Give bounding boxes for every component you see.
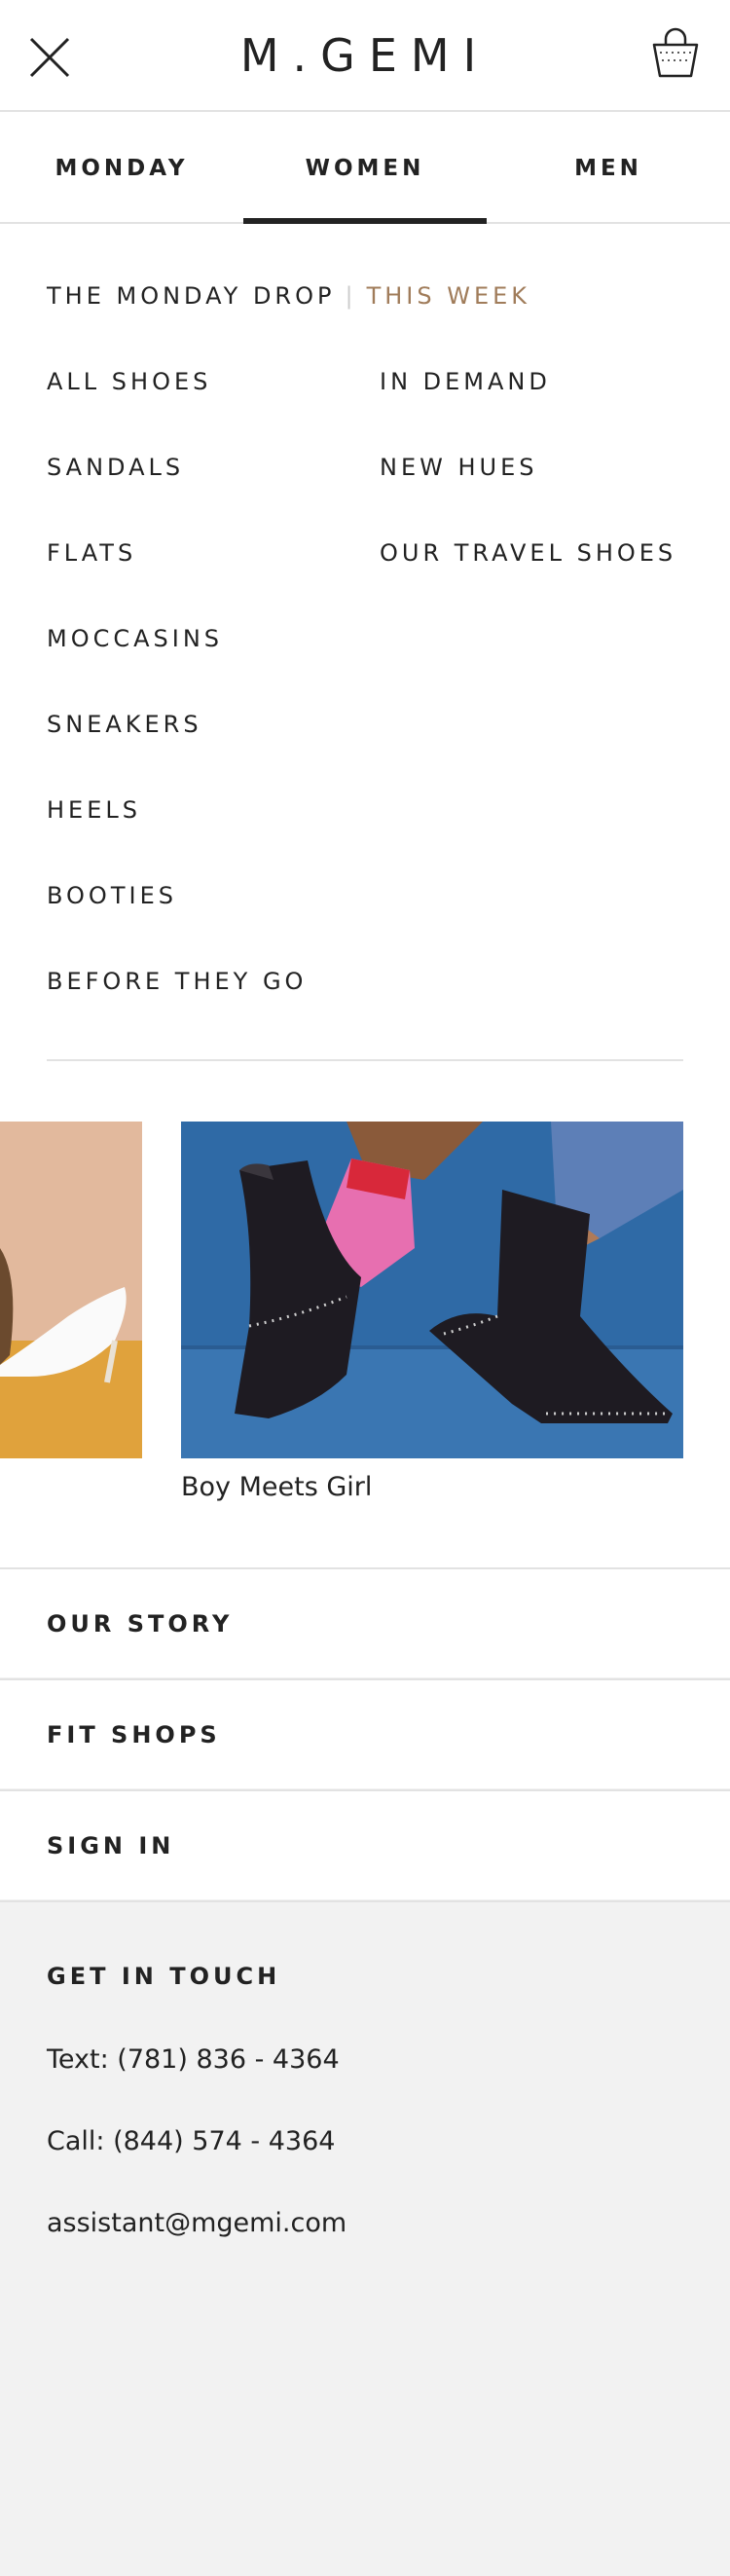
menu-item-sandals[interactable]: SANDALS	[47, 454, 184, 481]
contact-section: GET IN TOUCH Text: (781) 836 - 4364 Call…	[0, 1900, 730, 2576]
category-tabs: MONDAY WOMEN MEN	[0, 112, 730, 224]
menu-item-our-travel-shoes[interactable]: OUR TRAVEL SHOES	[380, 539, 676, 567]
tab-men[interactable]: MEN	[487, 112, 730, 224]
featured-card-pumps[interactable]	[0, 1122, 142, 1458]
contact-email[interactable]: assistant@mgemi.com	[47, 2208, 347, 2238]
shopping-bag-icon	[652, 27, 699, 78]
menu-item-booties[interactable]: BOOTIES	[47, 882, 177, 909]
tab-monday[interactable]: MONDAY	[0, 112, 243, 224]
featured-caption[interactable]: Boy Meets Girl	[181, 1472, 372, 1502]
menu-item-flats[interactable]: FLATS	[47, 539, 136, 567]
link-our-story-label: OUR STORY	[47, 1610, 234, 1638]
header: M.GEMI	[0, 0, 730, 112]
link-sign-in-label: SIGN IN	[47, 1832, 175, 1859]
menu-item-monday-drop[interactable]: THE MONDAY DROP | THIS WEEK	[47, 282, 530, 310]
menu-divider	[47, 1059, 683, 1061]
menu-item-heels[interactable]: HEELS	[47, 796, 141, 824]
contact-title: GET IN TOUCH	[47, 1963, 281, 1990]
link-fit-shops-label: FIT SHOPS	[47, 1721, 221, 1748]
mobile-menu-page: M.GEMI MONDAY WOMEN MEN THE MONDAY DROP |…	[0, 0, 730, 2576]
menu-item-new-hues[interactable]: NEW HUES	[380, 454, 538, 481]
link-sign-in[interactable]: SIGN IN	[0, 1789, 730, 1899]
brand-logo[interactable]: M.GEMI	[0, 29, 730, 82]
link-fit-shops[interactable]: FIT SHOPS	[0, 1678, 730, 1788]
pumps-image	[0, 1122, 142, 1458]
menu-item-before-they-go[interactable]: BEFORE THEY GO	[47, 968, 307, 995]
link-our-story[interactable]: OUR STORY	[0, 1567, 730, 1677]
featured-card-boy-meets-girl[interactable]	[181, 1122, 683, 1458]
menu-item-moccasins[interactable]: MOCCASINS	[47, 625, 223, 652]
cart-button[interactable]	[650, 27, 701, 80]
tab-women[interactable]: WOMEN	[243, 112, 487, 224]
contact-text-phone[interactable]: Text: (781) 836 - 4364	[47, 2044, 340, 2075]
contact-call-phone[interactable]: Call: (844) 574 - 4364	[47, 2126, 335, 2156]
monday-drop-this-week: THIS WEEK	[366, 282, 531, 310]
menu-item-in-demand[interactable]: IN DEMAND	[380, 368, 551, 395]
menu-item-sneakers[interactable]: SNEAKERS	[47, 711, 202, 738]
monday-drop-label: THE MONDAY DROP	[47, 282, 336, 310]
monday-drop-separator: |	[345, 282, 357, 310]
menu-item-all-shoes[interactable]: ALL SHOES	[47, 368, 211, 395]
boots-image	[181, 1122, 683, 1458]
